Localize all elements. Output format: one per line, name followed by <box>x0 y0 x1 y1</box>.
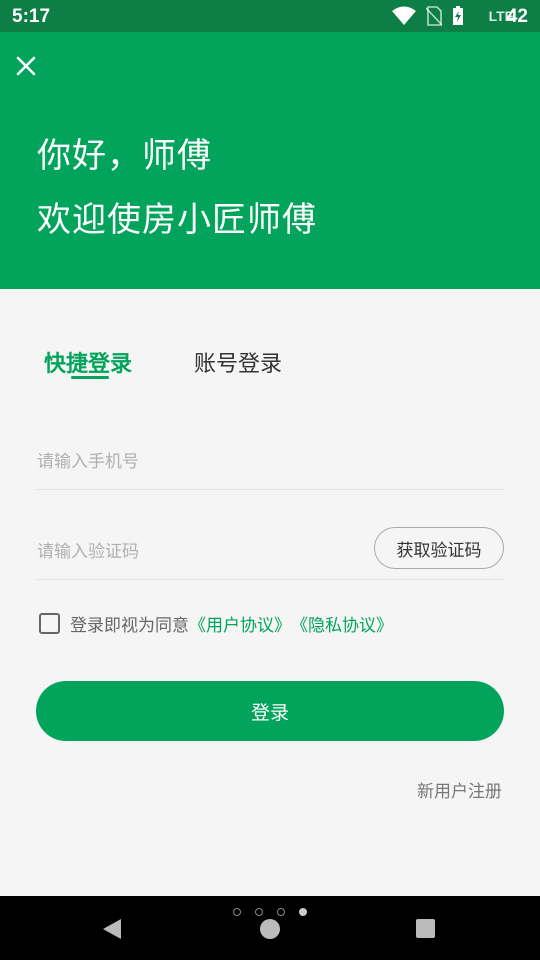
code-field: 获取验证码 <box>37 524 504 580</box>
phone-field <box>37 434 504 490</box>
agreement-text: 登录即视为同意 <box>70 615 189 636</box>
register-link[interactable]: 新用户注册 <box>417 777 502 802</box>
agreement-checkbox[interactable] <box>39 612 60 634</box>
login-button[interactable]: 登录 <box>36 681 504 741</box>
agreement-row: 登录即视为同意 《用户协议》 《隐私协议》 <box>39 610 393 636</box>
user-agreement-link[interactable]: 《用户协议》 <box>189 611 291 636</box>
greeting-title: 你好，师傅 <box>37 136 212 176</box>
close-button[interactable] <box>12 54 40 82</box>
tab-quick-login[interactable]: 快捷登录 <box>44 346 132 378</box>
page-dot-active <box>299 908 307 916</box>
recents-button[interactable] <box>416 919 435 938</box>
close-icon <box>16 56 36 80</box>
status-icons <box>392 6 464 26</box>
no-sim-icon <box>426 6 442 26</box>
phone-input[interactable] <box>37 446 357 478</box>
back-button[interactable] <box>102 918 122 944</box>
tab-account-login[interactable]: 账号登录 <box>194 346 282 378</box>
verification-code-input[interactable] <box>37 536 357 568</box>
login-tabs: 快捷登录 账号登录 <box>0 340 540 390</box>
greeting-subtitle: 欢迎使房小匠师傅 <box>37 200 317 240</box>
home-button[interactable] <box>260 919 280 939</box>
page-indicator <box>0 906 540 918</box>
wifi-icon <box>392 6 416 26</box>
status-time: 5:17 <box>12 6 51 27</box>
back-icon <box>102 919 122 944</box>
get-code-button[interactable]: 获取验证码 <box>374 527 504 569</box>
header: 你好，师傅 欢迎使房小匠师傅 <box>0 32 540 289</box>
page-dot <box>255 908 263 916</box>
page-dot <box>277 908 285 916</box>
status-bar: 5:17 LTE 42 <box>0 0 540 32</box>
privacy-agreement-link[interactable]: 《隐私协议》 <box>291 611 393 636</box>
battery-level: 42 <box>506 6 528 27</box>
battery-charging-icon <box>452 6 464 26</box>
tab-indicator <box>71 376 109 379</box>
page-dot <box>233 908 241 916</box>
